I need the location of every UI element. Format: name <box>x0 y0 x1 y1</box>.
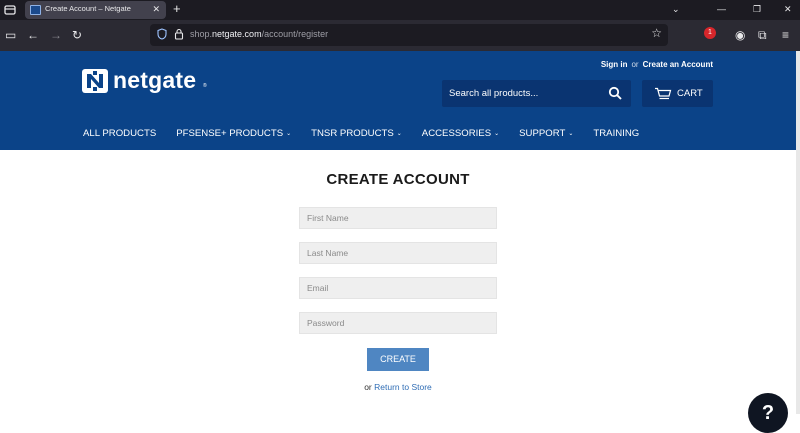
nav-all-products[interactable]: ALL PRODUCTS <box>83 128 156 139</box>
back-arrow-icon[interactable]: ← <box>27 28 39 42</box>
lock-icon[interactable] <box>174 28 184 40</box>
tab-list-icon[interactable] <box>3 3 17 17</box>
browser-tab-active[interactable]: Create Account – Netgate ✕ <box>25 1 166 19</box>
first-name-field[interactable] <box>299 207 497 229</box>
nav-accessories[interactable]: ACCESSORIES ⌄ <box>422 128 499 139</box>
account-links: Sign in or Create an Account <box>601 60 713 69</box>
nav-pfsense-products[interactable]: PFSENSE+ PRODUCTS ⌄ <box>176 128 291 139</box>
search-placeholder: Search all products... <box>449 88 539 99</box>
password-input[interactable] <box>300 313 496 333</box>
email-field[interactable] <box>299 277 497 299</box>
email-input[interactable] <box>300 278 496 298</box>
password-field[interactable] <box>299 312 497 334</box>
cart-button[interactable]: CART <box>642 80 713 107</box>
cart-label: CART <box>677 88 703 99</box>
account-or-text: or <box>631 60 639 69</box>
netgate-logo-icon[interactable] <box>82 69 108 93</box>
url-text: shop.netgate.com/account/register <box>190 29 329 39</box>
cart-icon <box>655 87 672 100</box>
new-tab-icon[interactable]: + <box>173 1 181 17</box>
close-window-icon[interactable]: ✕ <box>784 3 792 15</box>
reload-icon[interactable]: ↻ <box>72 28 82 42</box>
create-button[interactable]: CREATE <box>367 348 429 371</box>
tab-overflow-chevron-icon[interactable]: ⌄ <box>672 3 680 15</box>
last-name-input[interactable] <box>300 243 496 263</box>
bookmark-star-icon[interactable]: ☆ <box>651 26 662 40</box>
product-search-input[interactable]: Search all products... <box>442 80 631 107</box>
minimize-window-icon[interactable]: — <box>717 3 726 15</box>
cart-count-badge: 1 <box>704 27 716 39</box>
return-line: or Return to Store <box>0 382 796 392</box>
nav-training[interactable]: TRAINING <box>593 128 639 139</box>
chevron-down-icon: ⌄ <box>396 131 402 137</box>
page-title: CREATE ACCOUNT <box>326 171 470 188</box>
extensions-icon[interactable]: ⧉ <box>758 28 767 42</box>
forward-arrow-icon[interactable]: → <box>50 28 62 42</box>
nav-tnsr-products[interactable]: TNSR PRODUCTS ⌄ <box>311 128 402 139</box>
chevron-down-icon: ⌄ <box>494 131 500 137</box>
first-name-input[interactable] <box>300 208 496 228</box>
browser-nav-bar: ▭ ← → ↻ shop.netgate.com/account/registe… <box>0 20 800 51</box>
browser-tab-bar: Create Account – Netgate ✕ + ⌄ — ❐ ✕ <box>0 0 800 20</box>
search-icon[interactable] <box>608 86 622 100</box>
sidebar-toggle-icon[interactable]: ▭ <box>5 28 16 42</box>
main-navigation: ALL PRODUCTS PFSENSE+ PRODUCTS ⌄ TNSR PRO… <box>83 128 659 139</box>
menu-icon[interactable]: ≡ <box>782 28 789 42</box>
tab-close-icon[interactable]: ✕ <box>152 4 160 14</box>
tab-title: Create Account – Netgate <box>45 4 131 13</box>
sign-in-link[interactable]: Sign in <box>601 60 628 69</box>
return-to-store-link[interactable]: Return to Store <box>374 382 432 392</box>
nav-support[interactable]: SUPPORT ⌄ <box>519 128 573 139</box>
return-or-text: or <box>364 382 372 392</box>
last-name-field[interactable] <box>299 242 497 264</box>
chevron-down-icon: ⌄ <box>286 131 292 137</box>
netgate-logo-text[interactable]: netgate <box>113 67 196 94</box>
help-chat-button[interactable]: ? <box>748 393 788 433</box>
create-account-link[interactable]: Create an Account <box>643 60 713 69</box>
netgate-favicon-icon <box>30 5 41 15</box>
restore-window-icon[interactable]: ❐ <box>753 3 761 15</box>
logo-trademark: ® <box>203 83 207 89</box>
page-scrollbar[interactable] <box>796 51 800 414</box>
account-icon[interactable]: ◉ <box>735 28 745 42</box>
chevron-down-icon: ⌄ <box>568 131 574 137</box>
tracking-protection-shield-icon[interactable] <box>157 28 167 40</box>
address-bar[interactable]: shop.netgate.com/account/register ☆ <box>150 24 668 46</box>
